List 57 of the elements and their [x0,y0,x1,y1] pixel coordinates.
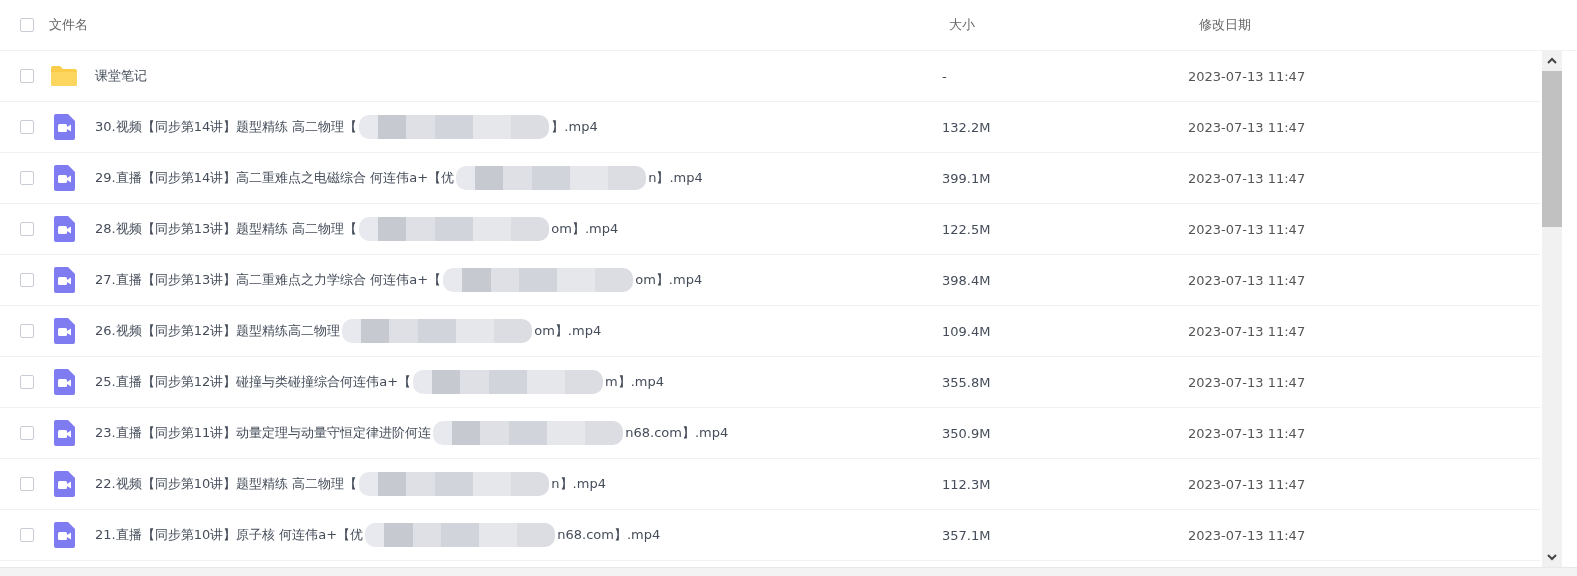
file-name[interactable]: 23.直播【同步第11讲】动量定理与动量守恒定律进阶何连 [95,424,432,442]
file-name[interactable]: 25.直播【同步第12讲】碰撞与类碰撞综合何连伟a+【 [95,373,412,391]
file-size: 122.5M [942,221,992,237]
file-size: 355.8M [942,374,992,390]
column-header[interactable]: 修改日期 [1199,16,1251,34]
modified-date: 2023-07-13 11:47 [1188,221,1306,237]
checkbox[interactable] [20,324,34,338]
file-name-end[interactable]: n68.com】.mp4 [625,424,729,442]
checkbox[interactable] [20,375,34,389]
file-size: 112.3M [942,476,992,492]
file-name-end[interactable]: n】.mp4 [551,475,606,493]
checkbox[interactable] [20,477,34,491]
file-size: 357.1M [942,527,992,543]
column-header[interactable]: 大小 [949,16,1199,34]
modified-date: 2023-07-13 11:47 [1188,119,1306,135]
checkbox[interactable] [20,426,34,440]
scrollbar[interactable] [1542,51,1562,567]
file-name-end[interactable]: om】.mp4 [635,271,703,289]
file-size: - [942,68,948,84]
modified-date: 2023-07-13 11:47 [1188,272,1306,288]
checkbox[interactable] [20,528,34,542]
modified-date: 2023-07-13 11:47 [1188,425,1306,441]
checkbox[interactable] [20,222,34,236]
file-name-end[interactable]: 】.mp4 [551,118,598,136]
file-name[interactable]: 26.视频【同步第12讲】题型精练高二物理 [95,322,341,340]
modified-date: 2023-07-13 11:47 [1188,476,1306,492]
file-size: 132.2M [942,119,992,135]
modified-date: 2023-07-13 11:47 [1188,374,1306,390]
checkbox[interactable] [20,171,34,185]
file-size: 350.9M [942,425,992,441]
file-name[interactable]: 30.视频【同步第14讲】题型精练 高二物理【 [95,118,358,136]
file-name[interactable]: 28.视频【同步第13讲】题型精练 高二物理【 [95,220,358,238]
file-name[interactable]: 29.直播【同步第14讲】高二重难点之电磁综合 何连伟a+【优 [95,169,455,187]
checkbox[interactable] [20,273,34,287]
file-name[interactable]: 课堂笔记 [95,67,147,85]
file-size: 399.1M [942,170,992,186]
file-name-end[interactable]: n】.mp4 [648,169,703,187]
checkbox[interactable] [20,18,34,32]
file-name[interactable]: 21.直播【同步第10讲】原子核 何连伟a+【优 [95,526,364,544]
modified-date: 2023-07-13 11:47 [1188,323,1306,339]
file-name-end[interactable]: om】.mp4 [551,220,619,238]
file-name[interactable]: 27.直播【同步第13讲】高二重难点之力学综合 何连伟a+【 [95,271,442,289]
file-size: 109.4M [942,323,992,339]
modified-date: 2023-07-13 11:47 [1188,527,1306,543]
scroll-down-icon[interactable] [1547,553,1557,561]
file-name-end[interactable]: om】.mp4 [534,322,602,340]
modified-date: 2023-07-13 11:47 [1188,68,1306,84]
file-name-end[interactable]: n68.com】.mp4 [557,526,661,544]
modified-date: 2023-07-13 11:47 [1188,170,1306,186]
checkbox[interactable] [20,69,34,83]
file-name[interactable]: 22.视频【同步第10讲】题型精练 高二物理【 [95,475,358,493]
file-size: 398.4M [942,272,992,288]
checkbox[interactable] [20,120,34,134]
file-name-end[interactable]: m】.mp4 [605,373,665,391]
scroll-up-icon[interactable] [1547,57,1557,65]
column-header[interactable]: 文件名 [49,16,949,34]
scrollbar-thumb[interactable] [1542,71,1562,227]
